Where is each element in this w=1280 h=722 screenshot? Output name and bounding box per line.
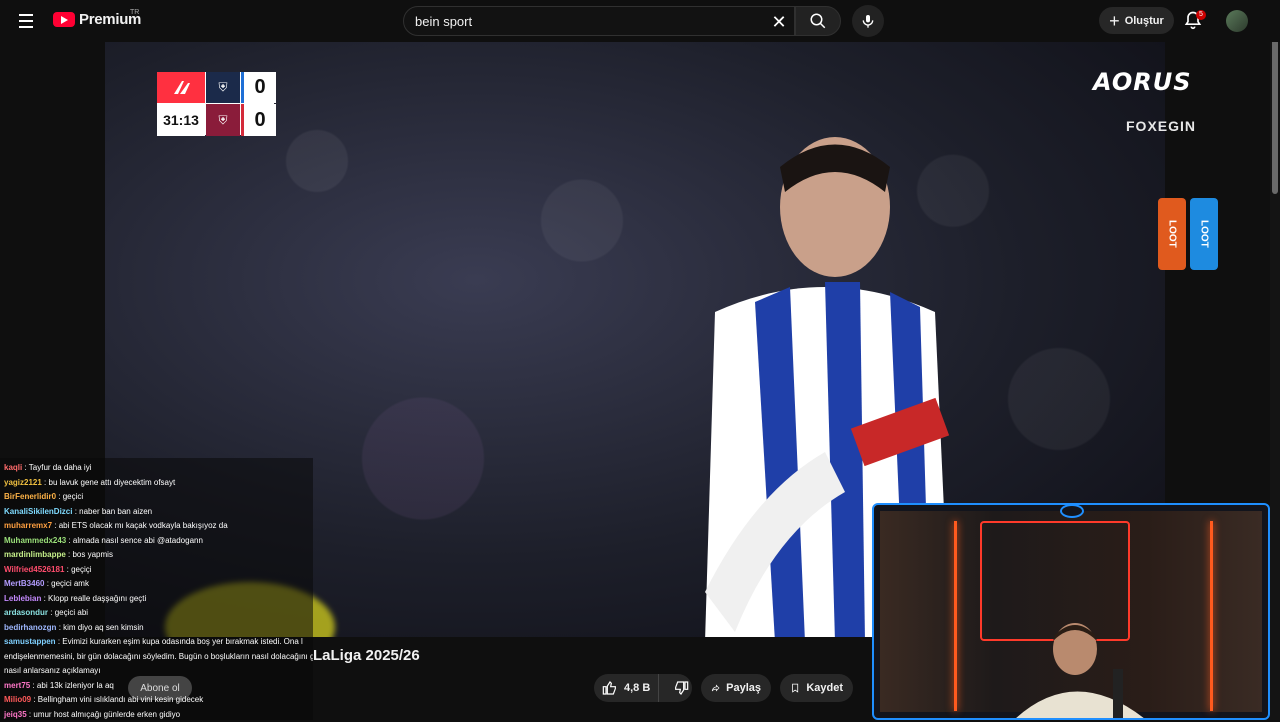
microphone-icon <box>860 13 876 29</box>
chat-message: mardinlimbappe : bos yapmis <box>0 548 313 563</box>
chat-username[interactable]: mert75 <box>4 681 30 690</box>
chat-text: : bos yapmis <box>68 550 113 559</box>
thumbs-down-icon <box>673 680 689 696</box>
share-label: Paylaş <box>726 682 761 694</box>
neon-light-left <box>954 521 957 711</box>
chat-text: : Klopp realle daşşağını geçti <box>44 594 147 603</box>
chat-text: : geçici <box>58 492 83 501</box>
chat-username[interactable]: jeiq35 <box>4 710 27 719</box>
search-box: ✕ <box>403 6 795 36</box>
chat-text: : abi 13k izleniyor la aq <box>32 681 113 690</box>
chat-username[interactable]: BirFenerlidir0 <box>4 492 56 501</box>
title-row: LaLiga 2025/26 <box>0 645 870 667</box>
chat-username[interactable]: MertB3460 <box>4 579 44 588</box>
chat-username[interactable]: Leblebian <box>4 594 41 603</box>
youtube-play-icon <box>53 12 75 27</box>
laliga-logo-icon <box>157 72 205 103</box>
chat-text: : almada nasıl sence abi @atadogann <box>68 536 202 545</box>
chat-text: : geçici abi <box>50 608 88 617</box>
chat-username[interactable]: Wilfried4526181 <box>4 565 64 574</box>
create-button[interactable]: + Oluştur <box>1099 7 1174 34</box>
search-button[interactable] <box>795 6 841 36</box>
save-button[interactable]: Kaydet <box>780 674 853 702</box>
create-label: Oluştur <box>1125 15 1164 27</box>
search-icon <box>809 12 827 30</box>
away-score: 0 <box>241 104 276 136</box>
match-clock: 31:13 <box>157 104 205 136</box>
chat-username[interactable]: yagiz2121 <box>4 478 42 487</box>
chat-text: : naber ban ban aizen <box>75 507 152 516</box>
chat-text: : geçiçi <box>67 565 92 574</box>
voice-search-button[interactable] <box>852 5 884 37</box>
chat-message: bedirhanozgn : kim diyo aq sen kimsin <box>0 621 313 636</box>
menu-icon[interactable] <box>14 9 38 33</box>
chat-username[interactable]: Muhammedx243 <box>4 536 66 545</box>
share-icon <box>711 680 720 696</box>
chat-message: Leblebian : Klopp realle daşşağını geçti <box>0 592 313 607</box>
avatar[interactable] <box>1226 10 1248 32</box>
thumbs-up-icon <box>602 680 618 696</box>
webcam-badge-icon <box>1060 504 1084 518</box>
chat-username[interactable]: bedirhanozgn <box>4 623 56 632</box>
like-count: 4,8 B <box>624 682 650 694</box>
home-crest-icon: ⛨ <box>206 72 240 103</box>
chat-message: MertB3460 : geçici amk <box>0 577 313 592</box>
plus-icon: + <box>1109 12 1120 30</box>
chat-username[interactable]: ardasondur <box>4 608 48 617</box>
chat-text: : geçici amk <box>47 579 89 588</box>
scoreboard: ⛨ 0 31:13 ⛨ 0 <box>157 72 274 135</box>
notification-badge: 5 <box>1196 10 1206 20</box>
chat-username[interactable]: mardinlimbappe <box>4 550 66 559</box>
top-bar: Premium TR ✕ + Oluştur 5 <box>0 0 1280 42</box>
sponsor-overlay: AORUS FOXEGIN <box>1093 68 1258 134</box>
chat-text: : kim diyo aq sen kimsin <box>59 623 144 632</box>
webcam-overlay <box>872 503 1270 720</box>
home-score: 0 <box>241 72 276 103</box>
chat-message: yagiz2121 : bu lavuk gene attı diyecekti… <box>0 476 313 491</box>
streamer-figure <box>1005 619 1155 719</box>
aorus-logo: AORUS <box>1093 68 1258 96</box>
chat-message: ardasondur : geçici abi <box>0 606 313 621</box>
foxegin-logo: FOXEGIN <box>1093 118 1258 134</box>
chat-text: : bu lavuk gene attı diyecektim ofsayt <box>44 478 175 487</box>
can-blue: LOOT <box>1190 198 1218 270</box>
chat-message: kaqli : Tayfur da daha iyi <box>0 461 313 476</box>
chat-text: : umur host almıçağı günlerde erken gidi… <box>29 710 180 719</box>
chat-message: KanaliSikilenDizci : naber ban ban aizen <box>0 505 313 520</box>
chat-message: BirFenerlidir0 : geçici <box>0 490 313 505</box>
neon-light-right <box>1210 521 1213 711</box>
video-title: LaLiga 2025/26 <box>313 647 420 664</box>
chat-message: Muhammedx243 : almada nasıl sence abi @a… <box>0 534 313 549</box>
save-label: Kaydet <box>806 682 843 694</box>
can-orange: LOOT <box>1158 198 1186 270</box>
dislike-button[interactable] <box>665 674 689 702</box>
chat-username[interactable]: muharremx7 <box>4 521 52 530</box>
logo-country: TR <box>130 9 139 16</box>
chat-message: Wilfried4526181 : geçiçi <box>0 563 313 578</box>
search-input[interactable] <box>404 14 754 29</box>
chat-username[interactable]: KanaliSikilenDizci <box>4 507 72 516</box>
like-dislike-group: 4,8 B <box>594 674 692 702</box>
chat-username[interactable]: Milio09 <box>4 695 31 704</box>
youtube-logo[interactable]: Premium TR <box>53 11 141 28</box>
chat-text: : Tayfur da daha iyi <box>24 463 91 472</box>
share-button[interactable]: Paylaş <box>701 674 771 702</box>
bookmark-icon <box>790 680 800 696</box>
page-scrollbar[interactable] <box>1270 0 1280 720</box>
chat-text: : abi ETS olacak mı kaçak vodkayla bakış… <box>54 521 227 530</box>
clear-search-icon[interactable]: ✕ <box>768 11 790 33</box>
energy-drink-cans: LOOT LOOT <box>1158 198 1220 272</box>
chat-text: nasıl anlarsanız açıklamayı <box>4 666 101 675</box>
chat-message: muharremx7 : abi ETS olacak mı kaçak vod… <box>0 519 313 534</box>
away-crest-icon: ⛨ <box>206 104 240 136</box>
like-button[interactable]: 4,8 B <box>594 674 659 702</box>
subscribe-button[interactable]: Abone ol <box>128 676 192 700</box>
webcam-feed <box>880 511 1262 712</box>
chat-username[interactable]: kaqli <box>4 463 22 472</box>
